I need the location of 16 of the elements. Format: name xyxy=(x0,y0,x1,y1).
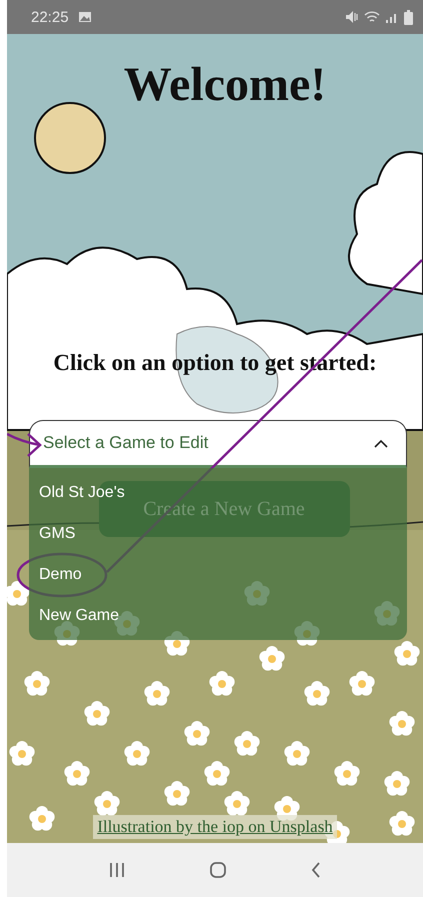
back-icon[interactable] xyxy=(310,861,322,879)
credit-link[interactable]: Illustration by the iop on Unsplash xyxy=(93,815,337,839)
game-select-dropdown[interactable]: Select a Game to Edit xyxy=(29,420,407,468)
image-icon xyxy=(78,11,92,23)
game-option[interactable]: New Game xyxy=(37,595,122,636)
battery-icon xyxy=(404,10,413,24)
select-placeholder: Select a Game to Edit xyxy=(43,433,210,453)
home-icon[interactable] xyxy=(208,861,227,879)
caret-icon xyxy=(374,438,388,448)
game-option[interactable]: Old St Joe's xyxy=(37,472,127,513)
welcome-title: Welcome! xyxy=(124,57,326,113)
game-option[interactable]: GMS xyxy=(37,513,78,554)
pointer-arrow xyxy=(7,432,42,457)
wifi-icon xyxy=(364,10,380,24)
recent-apps-icon[interactable] xyxy=(108,862,126,878)
status-time: 22:25 xyxy=(31,8,69,26)
